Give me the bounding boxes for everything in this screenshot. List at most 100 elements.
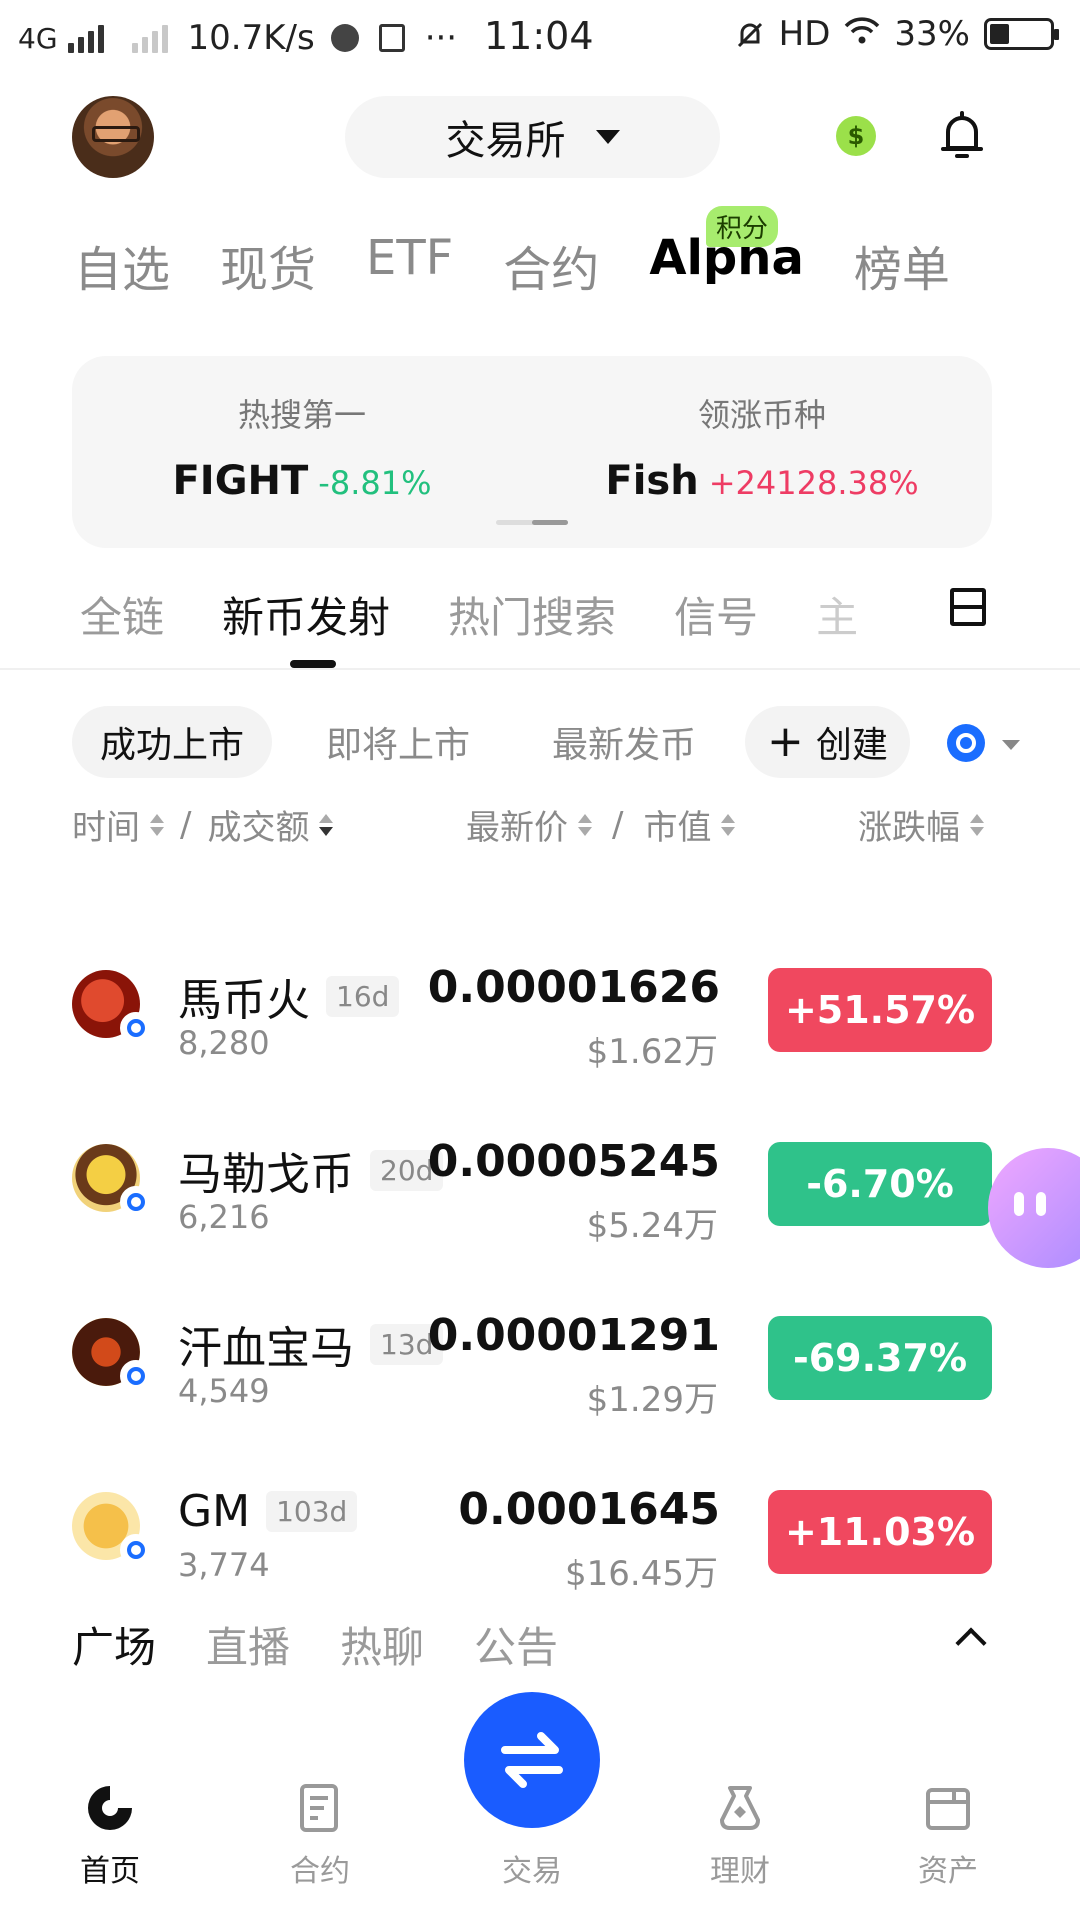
subtab-new-launch[interactable]: 新币发射 [222,584,390,645]
chevron-down-icon[interactable] [1002,740,1020,750]
subtab-all-chains[interactable]: 全链 [80,584,164,645]
col-change[interactable]: 涨跌幅 [858,800,960,849]
create-button[interactable]: + 创建 [745,706,910,778]
clock: 11:04 [484,14,594,58]
nav-finance[interactable]: 理财 [660,1780,820,1890]
layout-toggle-icon[interactable] [950,588,986,626]
app-notification-icon [330,24,359,52]
token-price: 0.00001626 [427,962,720,1013]
col-time[interactable]: 时间 [72,800,140,849]
token-volume: 6,216 [178,1198,270,1236]
token-price: 0.00005245 [427,1136,720,1187]
nav-assets[interactable]: 资产 [868,1780,1028,1890]
battery-percent: 33% [894,14,970,54]
token-age: 16d [326,975,400,1017]
chain-selector-icon[interactable] [947,724,985,762]
divider [0,668,1080,670]
coin-icon[interactable]: $ [836,116,876,156]
col-separator: / [180,804,192,845]
sort-icon[interactable] [150,814,164,836]
hot-summary-card[interactable]: 热搜第一 FIGHT -8.81% 领涨币种 Fish +24128.38% [72,356,992,548]
tab-rankings[interactable]: 榜单 [854,230,950,300]
tab-watchlist[interactable]: 自选 [74,230,170,300]
chain-badge-icon [120,1012,152,1044]
token-mcap: $1.29万 [586,1380,718,1420]
chain-badge-icon [120,1534,152,1566]
finance-icon [712,1780,768,1836]
contract-icon [292,1780,348,1836]
col-separator: / [612,804,624,845]
chevron-down-icon [595,130,620,144]
token-change-badge[interactable]: +11.03% [768,1490,992,1574]
signal-icon [67,23,104,53]
token-mcap: $1.62万 [586,1032,718,1072]
token-change-badge[interactable]: -69.37% [768,1316,992,1400]
bell-icon[interactable] [938,110,986,162]
sort-icon[interactable] [578,814,592,836]
top-gainer-change: +24128.38% [708,464,919,502]
token-name: 马勒戈币 [178,1149,354,1200]
filter-upcoming[interactable]: 即将上市 [298,706,498,778]
nav-contract-label: 合约 [290,1854,350,1889]
table-row[interactable]: 馬币火 16d 8,280 0.00001626 $1.62万 +51.57% [0,962,1080,1084]
token-price: 0.00001291 [427,1310,720,1361]
trade-button[interactable] [464,1692,600,1828]
token-name: 馬币火 [178,975,310,1026]
user-avatar[interactable] [72,96,154,178]
table-row[interactable]: 汗血宝马 13d 4,549 0.00001291 $1.29万 -69.37% [0,1310,1080,1432]
subtab-truncated[interactable]: 主 [816,584,858,645]
network-speed: 10.7K/s [187,18,315,58]
chevron-up-icon[interactable] [955,1627,987,1659]
col-price[interactable]: 最新价 [466,800,568,849]
filter-newest[interactable]: 最新发币 [524,706,724,778]
chain-badge-icon [120,1186,152,1218]
sort-icon[interactable] [721,814,735,836]
token-change-badge[interactable]: +51.57% [768,968,992,1052]
status-bar: 4G 10.7K/s ··· 11:04 HD 33% [0,0,1080,76]
filter-listed[interactable]: 成功上市 [72,706,273,778]
tab-etf[interactable]: ETF [366,230,453,300]
token-mcap: $5.24万 [586,1206,718,1246]
feed-tab-chat[interactable]: 热聊 [340,1614,424,1675]
nav-trade-label: 交易 [502,1854,562,1889]
hot-search-top[interactable]: 热搜第一 FIGHT -8.81% [72,390,532,504]
main-tabs: 自选 现货 ETF 合约 Alpha 榜单 [74,230,950,300]
subtab-hot-search[interactable]: 热门搜索 [448,584,616,645]
token-name: GM [178,1486,251,1537]
points-badge: 积分 [706,206,779,247]
wallet-icon [920,1780,976,1836]
tab-spot[interactable]: 现货 [220,230,316,300]
token-volume: 8,280 [178,1024,270,1062]
nav-contract[interactable]: 合约 [240,1780,400,1890]
create-button-label: 创建 [815,725,888,766]
token-change-badge[interactable]: -6.70% [768,1142,992,1226]
subtab-signals[interactable]: 信号 [674,584,758,645]
plus-icon: + [767,716,804,767]
feed-tab-square[interactable]: 广场 [72,1614,156,1675]
hot-search-symbol: FIGHT [172,458,309,504]
table-row[interactable]: 马勒戈币 20d 6,216 0.00005245 $5.24万 -6.70% [0,1136,1080,1258]
column-header-left: 时间 / 成交额 [72,800,333,849]
exchange-selector[interactable]: 交易所 [345,96,720,178]
sort-icon[interactable] [319,814,333,836]
column-header-right: 涨跌幅 [858,800,984,849]
tab-futures[interactable]: 合约 [503,230,599,300]
column-header-mid: 最新价 / 市值 [466,800,735,849]
feed-tab-announcements[interactable]: 公告 [474,1614,558,1675]
nav-assets-label: 资产 [918,1854,978,1889]
col-mcap[interactable]: 市值 [643,800,711,849]
nav-home[interactable]: 首页 [30,1780,190,1890]
top-gainer[interactable]: 领涨币种 Fish +24128.38% [532,390,992,504]
token-name: 汗血宝马 [178,1323,354,1374]
token-volume: 4,549 [178,1372,270,1410]
table-row[interactable]: GM 103d 3,774 0.0001645 $16.45万 +11.03% [0,1484,1080,1606]
launch-filters: 成功上市 即将上市 最新发币 [72,706,724,778]
home-icon [82,1780,138,1836]
token-price: 0.0001645 [458,1484,720,1535]
feed-tabs: 广场 直播 热聊 公告 [72,1614,558,1675]
top-gainer-label: 领涨币种 [697,396,826,434]
feed-tab-live[interactable]: 直播 [206,1614,290,1675]
col-volume[interactable]: 成交额 [207,800,309,849]
sort-icon[interactable] [970,814,984,836]
token-mcap: $16.45万 [565,1554,718,1594]
